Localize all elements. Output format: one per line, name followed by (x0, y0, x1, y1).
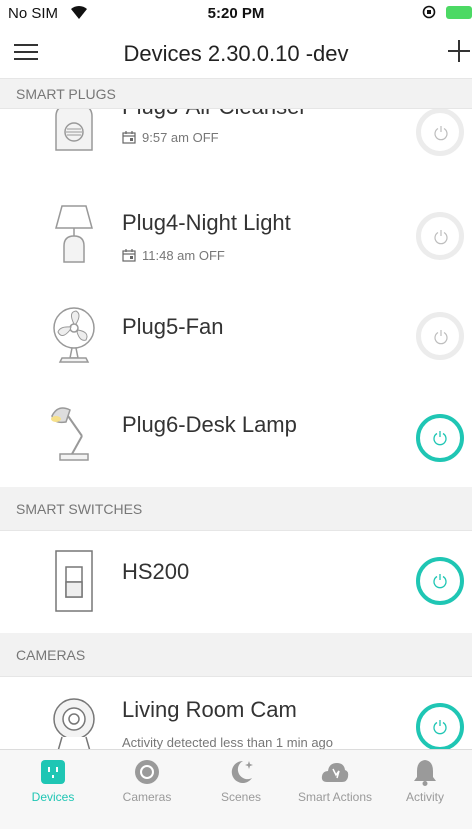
device-schedule: 9:57 am OFF (122, 130, 219, 145)
power-toggle-button[interactable] (416, 414, 464, 462)
power-toggle-button[interactable] (416, 703, 464, 749)
moon-stars-icon (231, 760, 253, 783)
power-icon (434, 330, 448, 345)
tab-scenes[interactable]: Scenes (194, 750, 288, 829)
device-schedule: 11:48 am OFF (122, 248, 225, 263)
power-icon (434, 230, 448, 245)
device-row-plug6-desk-lamp[interactable]: Plug6-Desk Lamp (0, 384, 472, 488)
section-header-smart-switches: SMART SWITCHES (0, 487, 472, 531)
device-activity-text: Activity detected less than 1 min ago (122, 735, 334, 749)
section-header-cameras: CAMERAS (0, 633, 472, 677)
power-toggle-button[interactable] (416, 212, 464, 260)
power-icon (434, 126, 448, 141)
status-bar: No SIM 5:20 PM (0, 0, 472, 28)
night-light-icon (55, 205, 93, 263)
rotation-lock-icon (422, 5, 436, 19)
tab-cameras[interactable]: Cameras (100, 750, 194, 829)
add-device-button[interactable] (446, 38, 472, 64)
device-name: Plug5-Fan (122, 314, 224, 339)
clock: 5:20 PM (207, 5, 265, 22)
power-icon (433, 574, 447, 589)
power-toggle-button[interactable] (416, 557, 464, 605)
calendar-icon (122, 249, 136, 262)
tab-activity[interactable]: Activity (378, 750, 472, 829)
tab-label: Cameras (122, 790, 172, 804)
page-title: Devices 2.30.0.10 -dev (123, 41, 349, 66)
tab-label: Smart Actions (297, 790, 373, 804)
navigation-bar: Devices 2.30.0.10 -dev (0, 28, 472, 79)
device-row-plug4-night-light[interactable]: Plug4-Night Light 11:48 am OFF (0, 184, 472, 287)
camera-icon (53, 698, 95, 749)
camera-lens-icon (135, 760, 159, 784)
bell-icon (414, 760, 436, 786)
tab-label: Devices (31, 790, 75, 804)
device-row-plug3-air-cleanser[interactable]: Plug3-Air Cleanser 9:57 am OFF (0, 109, 472, 185)
device-name: HS200 (122, 559, 190, 584)
tab-label: Activity (405, 790, 444, 804)
schedule-text: 9:57 am OFF (142, 130, 219, 145)
device-list[interactable]: Plug3-Air Cleanser 9:57 am OFF Plug4-Nig… (0, 109, 472, 749)
device-row-hs200[interactable]: HS200 (0, 531, 472, 634)
tab-devices[interactable]: Devices (6, 750, 100, 829)
fan-icon (53, 307, 95, 363)
device-name: Living Room Cam (122, 697, 297, 722)
device-name: Plug3-Air Cleanser (122, 109, 307, 120)
device-name: Plug4-Night Light (122, 210, 291, 235)
plug-icon (41, 760, 65, 784)
power-toggle-button[interactable] (416, 109, 464, 156)
section-header-smart-plugs: SMART PLUGS (0, 79, 472, 109)
light-switch-icon (55, 550, 93, 612)
desk-lamp-icon (51, 407, 89, 461)
device-row-living-room-cam[interactable]: Living Room Cam Activity detected less t… (0, 677, 472, 749)
device-row-plug5-fan[interactable]: Plug5-Fan (0, 286, 472, 385)
tab-bar: Devices Cameras Scenes Smart Actions Act… (0, 749, 472, 829)
power-icon (433, 431, 447, 446)
device-name: Plug6-Desk Lamp (122, 412, 297, 437)
power-toggle-button[interactable] (416, 312, 464, 360)
tab-label: Scenes (220, 790, 262, 804)
schedule-text: 11:48 am OFF (142, 248, 225, 263)
calendar-icon (122, 131, 136, 144)
air-purifier-icon (55, 109, 93, 151)
battery-icon (446, 6, 472, 19)
cloud-icon (321, 763, 349, 782)
tab-smart-actions[interactable]: Smart Actions (288, 750, 382, 829)
power-icon (433, 720, 447, 735)
